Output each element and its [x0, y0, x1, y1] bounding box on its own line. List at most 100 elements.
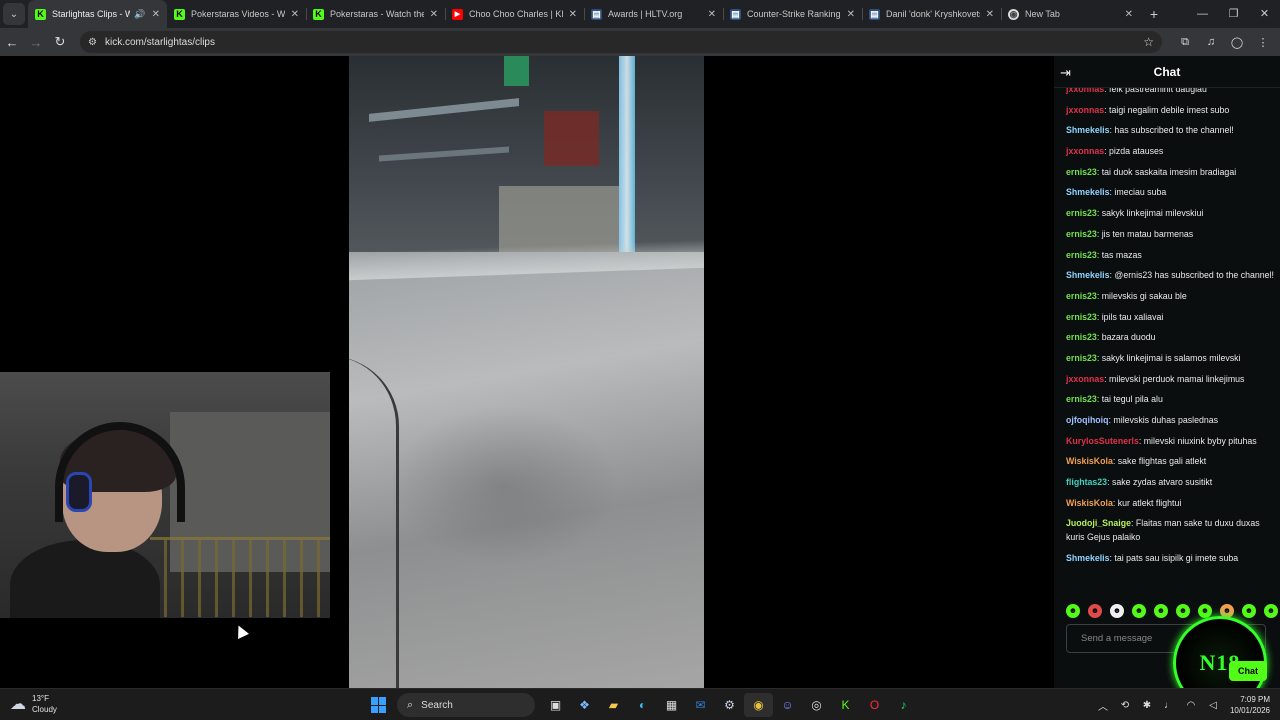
chat-message-text: tai pats sau isipilk gi imete suba [1114, 553, 1239, 564]
collapse-chat-icon[interactable]: ⇥ [1060, 65, 1071, 81]
emote-icon[interactable]: ☻ [1066, 604, 1080, 618]
chat-username[interactable]: Shmekelis [1066, 125, 1110, 135]
reload-icon[interactable]: ↻ [48, 34, 72, 50]
profile-icon[interactable]: ◯ [1224, 36, 1250, 49]
restore-icon[interactable]: ❐ [1218, 0, 1249, 28]
new-tab-button[interactable]: + [1144, 6, 1164, 22]
menu-dots-icon[interactable]: ⋮ [1250, 36, 1276, 49]
emote-icon[interactable]: ☻ [1242, 604, 1256, 618]
clock[interactable]: 7:09 PM 10/01/2026 [1230, 694, 1270, 716]
chat-username[interactable]: ernis23 [1066, 208, 1097, 218]
address-bar[interactable]: ⚙ kick.com/starlightas/clips ☆ [80, 31, 1162, 53]
chrome-icon[interactable]: ◉ [744, 693, 773, 717]
chat-username[interactable]: KurylosSutenerls [1066, 436, 1139, 446]
chat-username[interactable]: ojfoqihoiq [1066, 415, 1109, 425]
tab-search-button[interactable]: ⌄ [3, 3, 25, 25]
chat-username[interactable]: flightas23 [1066, 477, 1107, 487]
emote-icon[interactable]: ☻ [1132, 604, 1146, 618]
chat-username[interactable]: WiskisKola [1066, 456, 1113, 466]
chevron-up-icon[interactable]: ︿ [1092, 698, 1114, 713]
tab-starlightas-clips[interactable]: K Starlightas Clips - Wat 🔊 ✕ [28, 0, 167, 28]
outlook-icon[interactable]: ✉ [686, 693, 715, 717]
steam-icon[interactable]: ⚙ [715, 693, 744, 717]
emote-icon[interactable]: ☻ [1198, 604, 1212, 618]
chat-message: WiskisKola: sake flightas gali atlekt [1066, 456, 1207, 467]
emote-icon[interactable]: ☻ [1264, 604, 1278, 618]
volume-icon[interactable]: ◁ [1202, 700, 1224, 711]
chat-username[interactable]: ernis23 [1066, 291, 1097, 301]
media-control-icon[interactable]: ♫ [1198, 36, 1224, 48]
back-arrow-icon[interactable]: ← [0, 35, 24, 50]
chat-username[interactable]: jxxonnas [1066, 374, 1104, 384]
start-button[interactable] [364, 693, 393, 717]
network-icon[interactable]: ⟲ [1114, 700, 1136, 711]
tab-pokerstaras-watch[interactable]: K Pokerstaras - Watch the V ✕ [306, 0, 445, 28]
chat-username[interactable]: ernis23 [1066, 167, 1097, 177]
chat-username[interactable]: jxxonnas [1066, 105, 1104, 115]
chat-username[interactable]: Shmekelis [1066, 553, 1110, 563]
chat-username[interactable]: jxxonnas [1066, 146, 1104, 156]
chat-username[interactable]: ernis23 [1066, 394, 1097, 404]
extensions-icon[interactable]: ⧉ [1172, 36, 1198, 49]
store-icon[interactable]: ▦ [657, 693, 686, 717]
kick-app-icon[interactable]: K [831, 693, 860, 717]
speaker-icon[interactable]: 🔊 [134, 9, 145, 20]
forward-arrow-icon[interactable]: → [24, 35, 48, 50]
taskbar-search[interactable]: ⌕ Search [397, 693, 535, 717]
microphone-icon[interactable]: ♩ [1158, 700, 1180, 711]
clip-video-player[interactable] [349, 56, 704, 688]
video-scene-cable [349, 356, 399, 688]
weather-widget[interactable]: ☁ 13°F Cloudy [10, 693, 57, 715]
bluetooth-icon[interactable]: ✱ [1136, 700, 1158, 711]
close-icon[interactable]: ✕ [291, 9, 299, 20]
discord-icon[interactable]: ☺ [773, 693, 802, 717]
chat-username[interactable]: jxxonnas [1066, 88, 1104, 94]
site-info-icon[interactable]: ⚙ [88, 37, 97, 48]
close-icon[interactable]: ✕ [708, 9, 716, 20]
edge-icon[interactable]: ◐ [628, 693, 657, 717]
minimize-icon[interactable]: — [1187, 0, 1218, 28]
spotify-icon[interactable]: ♪ [889, 693, 918, 717]
chat-username[interactable]: ernis23 [1066, 250, 1097, 260]
chat-username[interactable]: ernis23 [1066, 332, 1097, 342]
wifi-icon[interactable]: ◠ [1180, 700, 1202, 711]
emote-icon[interactable]: ☻ [1110, 604, 1124, 618]
chat-message-text: milevski niuxink byby pituhas [1143, 435, 1257, 446]
close-icon[interactable]: ✕ [152, 9, 160, 20]
opera-icon[interactable]: O [860, 693, 889, 717]
close-icon[interactable]: ✕ [986, 9, 994, 20]
chat-username[interactable]: ernis23 [1066, 229, 1097, 239]
close-icon[interactable]: ✕ [1125, 9, 1133, 20]
chat-username[interactable]: Juodoji_Snaige [1066, 518, 1131, 528]
chat-message-text: milevski perduok mamai linkejimus [1109, 373, 1245, 384]
close-icon[interactable]: ✕ [430, 9, 438, 20]
chat-message-text: tai tegul pila alu [1101, 394, 1163, 405]
cloud-icon: ☁ [10, 696, 26, 713]
tab-hltv-awards[interactable]: ▤ Awards | HLTV.org ✕ [584, 0, 723, 28]
chat-username[interactable]: WiskisKola [1066, 498, 1113, 508]
app-icon[interactable]: ◎ [802, 693, 831, 717]
tab-choo-choo-charles[interactable]: ▶ Choo Choo Charles | KILL ✕ [445, 0, 584, 28]
tab-donk[interactable]: ▤ Danil 'donk' Kryshkovets ✕ [862, 0, 1001, 28]
close-icon[interactable]: ✕ [847, 9, 855, 20]
send-chat-button[interactable]: Chat [1229, 661, 1267, 681]
chat-username[interactable]: Shmekelis [1066, 187, 1110, 197]
bookmark-star-icon[interactable]: ☆ [1143, 35, 1154, 49]
tab-cs-ranking[interactable]: ▤ Counter-Strike Ranking | ✕ [723, 0, 862, 28]
file-explorer-icon[interactable]: ▰ [599, 693, 628, 717]
emote-icon[interactable]: ☻ [1088, 604, 1102, 618]
close-window-icon[interactable]: ✕ [1249, 0, 1280, 28]
tab-new-tab[interactable]: ◉ New Tab ✕ [1001, 0, 1140, 28]
chat-username[interactable]: Shmekelis [1066, 270, 1110, 280]
chat-username[interactable]: ernis23 [1066, 312, 1097, 322]
tab-pokerstaras-videos[interactable]: K Pokerstaras Videos - Wat ✕ [167, 0, 306, 28]
close-icon[interactable]: ✕ [569, 9, 577, 20]
copilot-icon[interactable]: ❖ [570, 693, 599, 717]
chat-username[interactable]: ernis23 [1066, 353, 1097, 363]
task-view-icon[interactable]: ▣ [541, 693, 570, 717]
window-controls: — ❐ ✕ [1187, 0, 1280, 28]
emote-icon[interactable]: ☻ [1176, 604, 1190, 618]
chat-messages[interactable]: jxxonnas: feik pastreaminit daugiau jxxon… [1054, 88, 1280, 602]
emote-icon[interactable]: ☻ [1154, 604, 1168, 618]
chat-message-text: sakyk linkejimai milevskiui [1101, 208, 1204, 219]
